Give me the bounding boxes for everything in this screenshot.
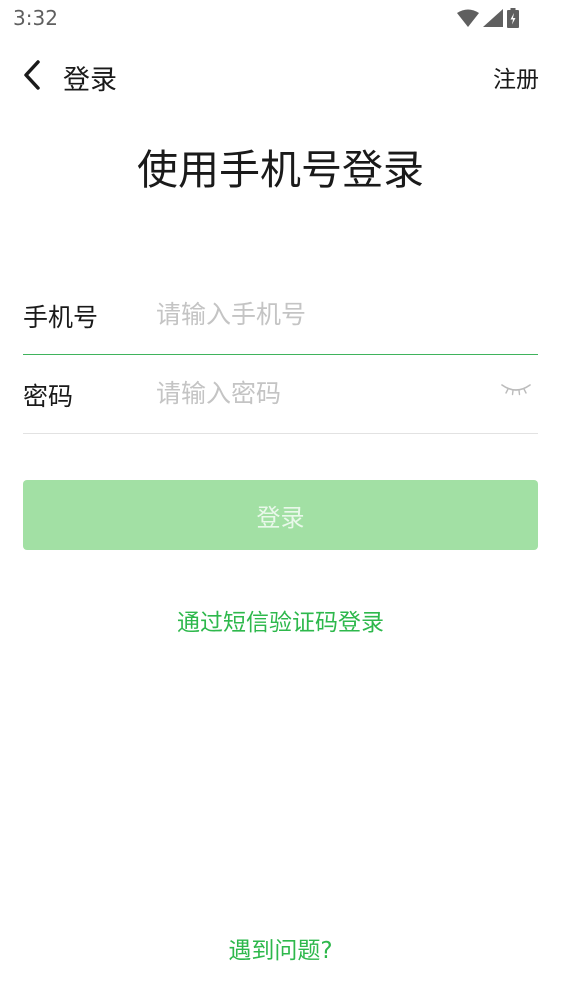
password-label: 密码 <box>23 382 74 411</box>
battery-charging-icon <box>507 8 519 28</box>
chevron-left-icon <box>24 60 40 90</box>
phone-label: 手机号 <box>23 303 99 332</box>
login-screen: 3:32 登录 注册 使用手机号登录 手机号 密码 <box>0 0 561 999</box>
nav-bar: 登录 注册 <box>0 46 561 106</box>
status-icons <box>457 8 519 28</box>
status-time: 3:32 <box>13 6 58 30</box>
sms-login-link[interactable]: 通过短信验证码登录 <box>0 603 561 637</box>
phone-row: 手机号 <box>23 276 538 355</box>
password-input[interactable] <box>156 371 486 415</box>
wifi-icon <box>457 9 479 27</box>
back-button[interactable] <box>18 58 48 92</box>
nav-title: 登录 <box>63 65 117 96</box>
password-row: 密码 <box>23 355 538 434</box>
login-button[interactable]: 登录 <box>23 480 538 550</box>
help-link[interactable]: 遇到问题? <box>0 931 561 965</box>
phone-input[interactable] <box>156 292 486 336</box>
status-bar: 3:32 <box>0 0 561 38</box>
password-visibility-toggle[interactable] <box>500 379 532 399</box>
cellular-signal-icon <box>483 9 503 27</box>
eye-closed-icon <box>501 384 531 396</box>
page-title: 使用手机号登录 <box>137 146 424 194</box>
register-link[interactable]: 注册 <box>493 60 539 94</box>
